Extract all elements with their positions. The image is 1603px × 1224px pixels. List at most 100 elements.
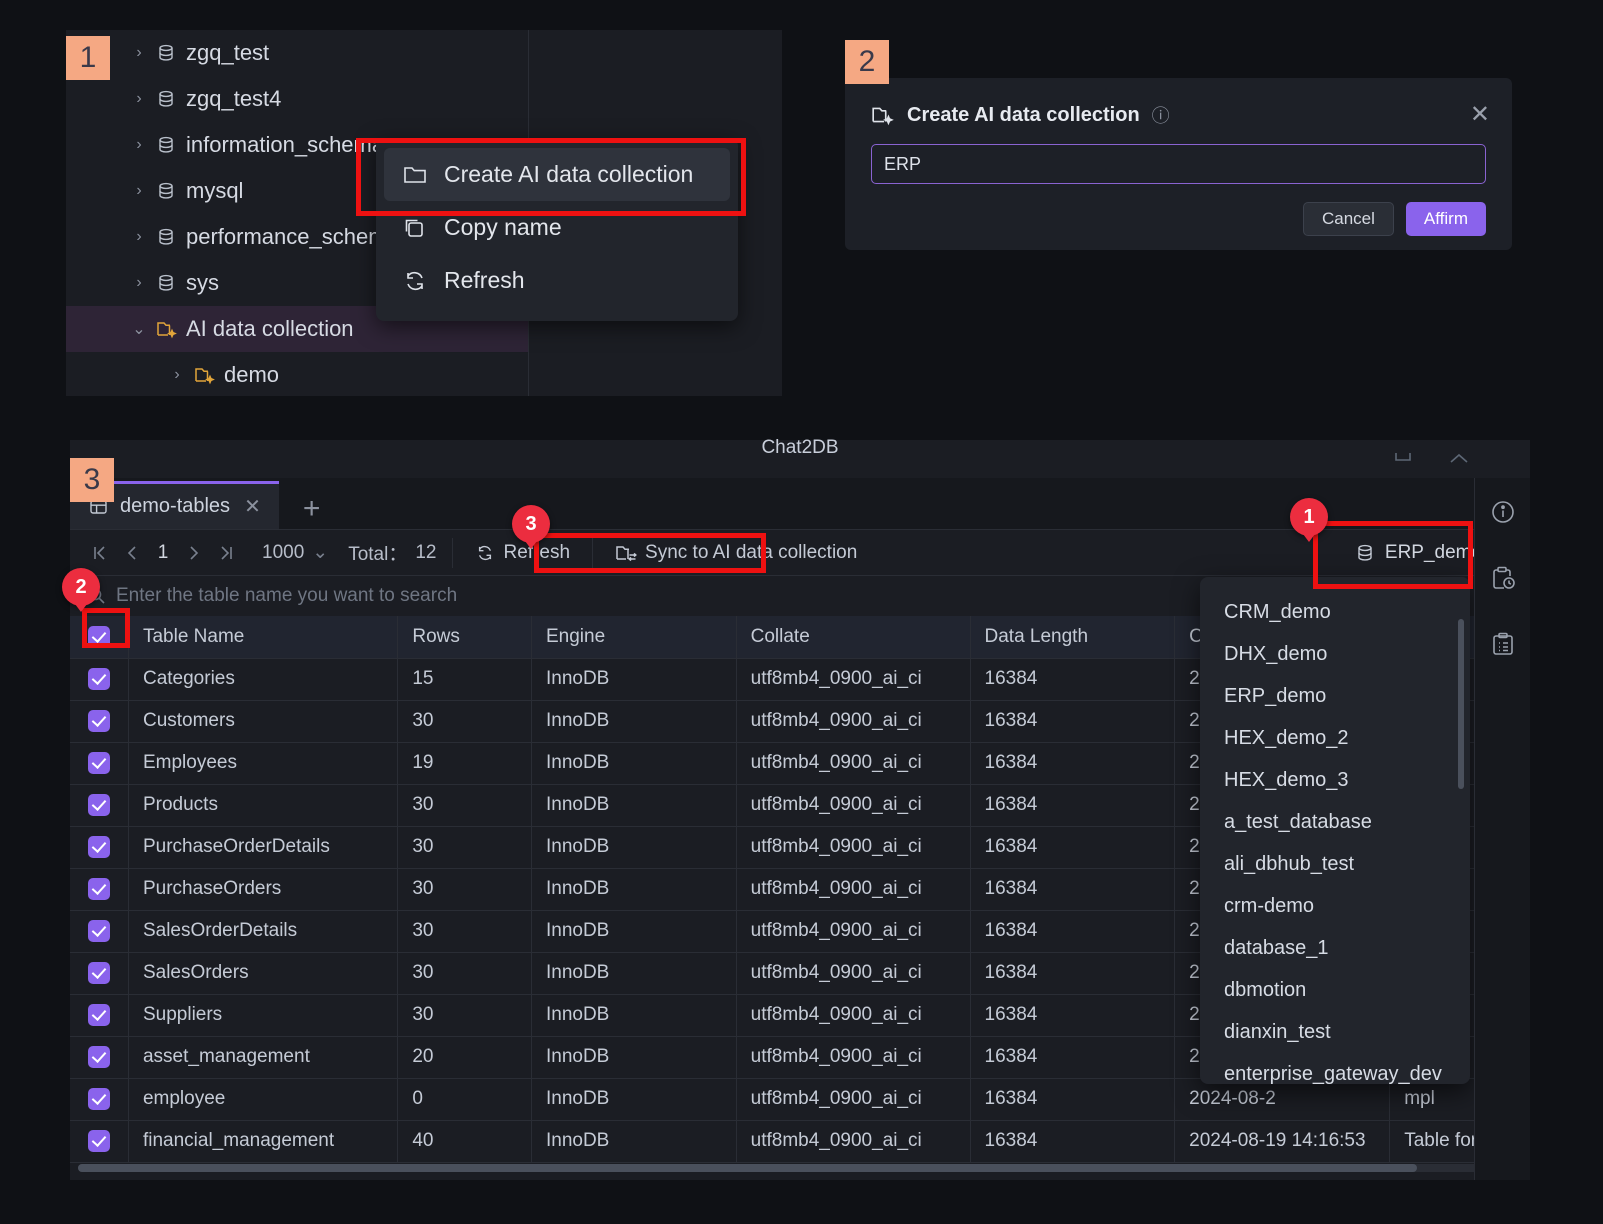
clipboard-list-icon[interactable] [1489, 630, 1517, 658]
cell-rows: 30 [398, 826, 532, 868]
row-checkbox-cell[interactable] [70, 868, 128, 910]
chevron-right-icon[interactable]: › [128, 274, 150, 292]
menu-item-copy-name[interactable]: Copy name [384, 201, 730, 254]
row-checkbox[interactable] [88, 962, 110, 984]
row-checkbox[interactable] [88, 878, 110, 900]
row-checkbox[interactable] [88, 710, 110, 732]
chevron-right-icon[interactable]: › [128, 228, 150, 246]
affirm-button[interactable]: Affirm [1406, 202, 1486, 236]
refresh-button[interactable]: Refresh [469, 542, 576, 564]
cell-table-name: Categories [128, 658, 397, 700]
row-checkbox[interactable] [88, 668, 110, 690]
row-checkbox[interactable] [88, 1004, 110, 1026]
row-checkbox[interactable] [88, 1088, 110, 1110]
chevron-right-icon[interactable]: › [166, 366, 188, 384]
row-checkbox-cell[interactable] [70, 742, 128, 784]
row-checkbox-cell[interactable] [70, 994, 128, 1036]
row-checkbox[interactable] [88, 1130, 110, 1152]
close-icon[interactable]: ✕ [244, 494, 261, 519]
prev-page-button[interactable] [116, 544, 148, 562]
cell-data-length: 16384 [970, 868, 1175, 910]
first-page-button[interactable] [84, 544, 116, 562]
database-icon [156, 273, 186, 293]
cancel-button[interactable]: Cancel [1303, 202, 1394, 236]
column-header-engine[interactable]: Engine [531, 616, 736, 658]
row-checkbox-cell[interactable] [70, 1036, 128, 1078]
dropdown-item[interactable]: crm-demo [1200, 885, 1470, 927]
database-icon [156, 181, 186, 201]
dropdown-item[interactable]: database_1 [1200, 927, 1470, 969]
row-checkbox[interactable] [88, 920, 110, 942]
dropdown-item[interactable]: enterprise_gateway_dev [1200, 1053, 1470, 1084]
info-icon[interactable] [1489, 498, 1517, 526]
cell-collate: utf8mb4_0900_ai_ci [736, 1036, 970, 1078]
dropdown-item[interactable]: ERP_demo [1200, 675, 1470, 717]
chevron-right-icon[interactable]: › [128, 182, 150, 200]
tree-item-zgq_test[interactable]: › zgq_test [66, 30, 528, 76]
menu-item-refresh[interactable]: Refresh [384, 254, 730, 307]
column-header-data-length[interactable]: Data Length [970, 616, 1175, 658]
dropdown-item[interactable]: DHX_demo [1200, 633, 1470, 675]
horizontal-scrollbar[interactable] [78, 1164, 1518, 1172]
cell-data-length: 16384 [970, 742, 1175, 784]
next-page-button[interactable] [178, 544, 210, 562]
chevron-right-icon[interactable]: › [128, 90, 150, 108]
chevron-right-icon[interactable]: › [128, 44, 150, 62]
row-checkbox-cell[interactable] [70, 826, 128, 868]
add-tab-button[interactable]: + [279, 489, 345, 529]
right-rail [1474, 478, 1530, 1180]
close-icon[interactable]: ✕ [1470, 100, 1490, 129]
row-checkbox[interactable] [88, 836, 110, 858]
dropdown-scrollbar-thumb[interactable] [1458, 619, 1464, 789]
scrollbar-thumb[interactable] [78, 1164, 1417, 1172]
screenshot-root: › zgq_test › zgq_test4 [0, 0, 1603, 1224]
column-header-collate[interactable]: Collate [736, 616, 970, 658]
question-circle-icon[interactable]: ⓘ [1152, 102, 1170, 128]
row-checkbox-cell[interactable] [70, 658, 128, 700]
dropdown-item[interactable]: HEX_demo_3 [1200, 759, 1470, 801]
clipboard-clock-icon[interactable] [1489, 564, 1517, 592]
cell-rows: 20 [398, 1036, 532, 1078]
tab-label: demo-tables [120, 495, 230, 518]
dropdown-item[interactable]: HEX_demo_2 [1200, 717, 1470, 759]
table-row[interactable]: financial_management40InnoDButf8mb4_0900… [70, 1120, 1530, 1162]
maximize-icon[interactable] [1448, 452, 1470, 470]
dropdown-item[interactable]: CRM_demo [1200, 591, 1470, 633]
row-checkbox[interactable] [88, 1046, 110, 1068]
tree-item-zgq_test4[interactable]: › zgq_test4 [66, 76, 528, 122]
chevron-right-icon[interactable]: › [128, 136, 150, 154]
row-checkbox-cell[interactable] [70, 952, 128, 994]
select-all-checkbox[interactable] [88, 626, 110, 648]
page-size-value[interactable]: 1000 [262, 542, 304, 564]
row-checkbox-cell[interactable] [70, 1078, 128, 1120]
row-checkbox-cell[interactable] [70, 700, 128, 742]
dropdown-item[interactable]: a_test_database [1200, 801, 1470, 843]
row-checkbox[interactable] [88, 794, 110, 816]
cell-rows: 19 [398, 742, 532, 784]
dropdown-item[interactable]: ali_dbhub_test [1200, 843, 1470, 885]
database-icon [156, 43, 186, 63]
dropdown-item[interactable]: dbmotion [1200, 969, 1470, 1011]
row-checkbox[interactable] [88, 752, 110, 774]
sync-to-ai-data-collection-button[interactable]: Sync to AI data collection [609, 542, 863, 564]
row-checkbox-cell[interactable] [70, 784, 128, 826]
select-all-checkbox-cell[interactable] [70, 616, 128, 658]
chevron-down-icon[interactable]: ⌄ [312, 541, 328, 564]
minimize-icon[interactable] [1392, 452, 1414, 470]
collection-name-input[interactable] [871, 144, 1486, 184]
column-header-rows[interactable]: Rows [398, 616, 532, 658]
step-badge-2: 2 [845, 40, 889, 84]
row-checkbox-cell[interactable] [70, 1120, 128, 1162]
column-header-table-name[interactable]: Table Name [128, 616, 397, 658]
last-page-button[interactable] [210, 544, 242, 562]
dropdown-item[interactable]: dianxin_test [1200, 1011, 1470, 1053]
chevron-down-icon[interactable]: ⌄ [128, 319, 150, 339]
database-icon [156, 135, 186, 155]
page-number[interactable]: 1 [148, 542, 178, 564]
tree-item-demo[interactable]: › demo [66, 352, 528, 398]
cell-collate: utf8mb4_0900_ai_ci [736, 1078, 970, 1120]
database-icon [156, 89, 186, 109]
table-row[interactable]: employee0InnoDButf8mb4_0900_ai_ci1638420… [70, 1078, 1530, 1120]
menu-item-create-ai-data-collection[interactable]: Create AI data collection [384, 148, 730, 201]
row-checkbox-cell[interactable] [70, 910, 128, 952]
